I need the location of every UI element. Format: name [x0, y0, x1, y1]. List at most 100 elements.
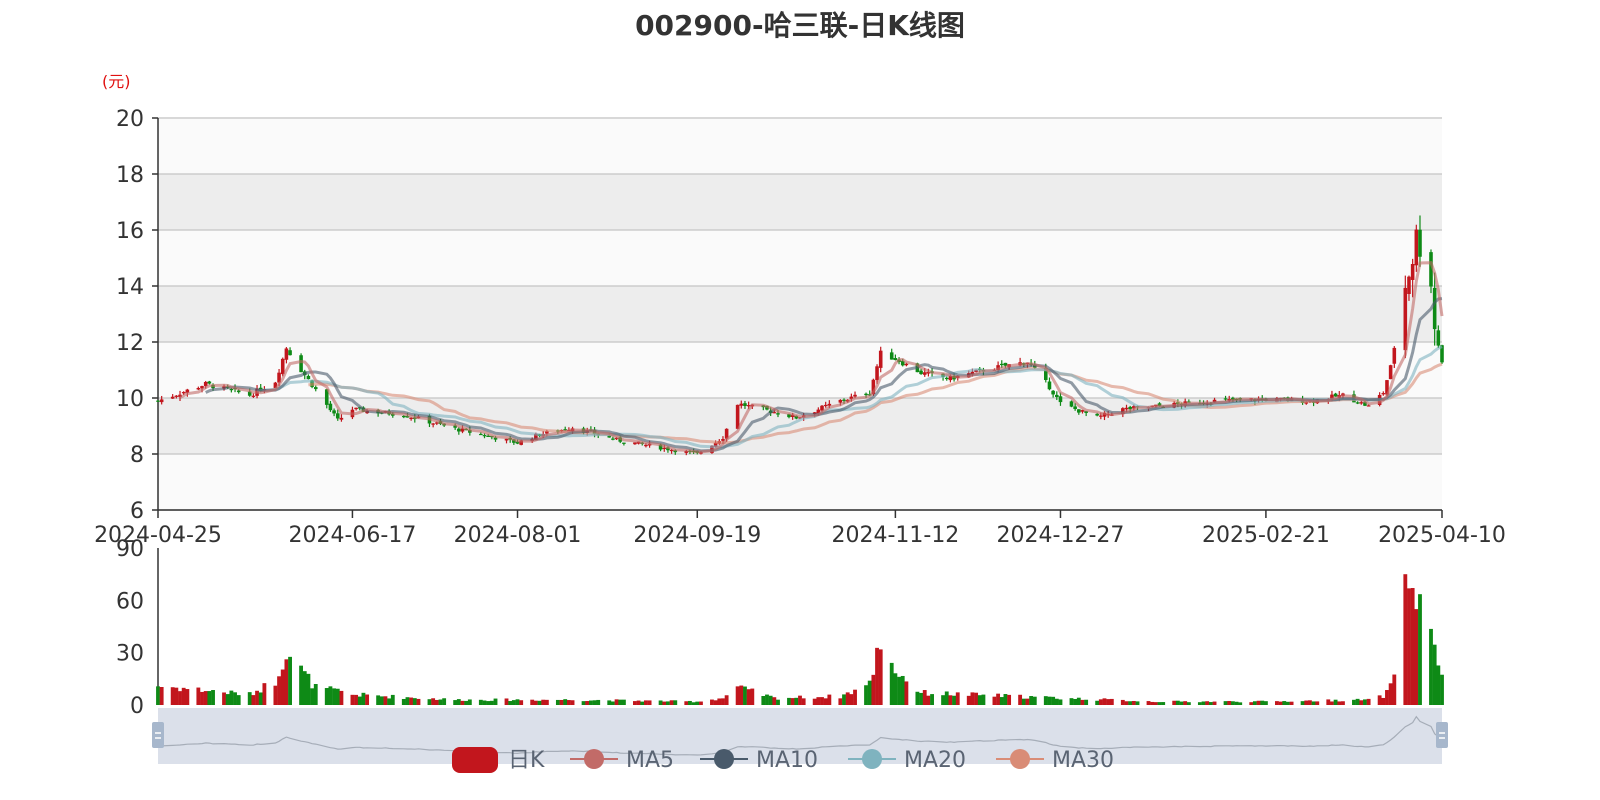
volume-bar [1007, 694, 1012, 705]
volume-bar [1234, 701, 1239, 705]
volume-bar [790, 698, 795, 705]
candle-body [904, 363, 909, 366]
volume-bar [1432, 644, 1437, 705]
candle-body [1058, 396, 1063, 403]
volume-bar [1183, 701, 1188, 705]
volume-bar [768, 695, 773, 705]
candle-body [280, 358, 285, 375]
volume-bar [537, 700, 542, 705]
volume-bar [1186, 702, 1191, 705]
volume-bar [1150, 701, 1155, 705]
candle-body [1414, 229, 1419, 266]
volume-bar [559, 699, 564, 705]
candle-body [482, 435, 487, 437]
slider-handle-left[interactable] [152, 722, 164, 748]
legend-item[interactable]: MA30 [996, 748, 1114, 773]
candle-body [1124, 407, 1129, 410]
y-tick-label: 8 [130, 443, 144, 468]
volume-bar [1109, 698, 1114, 705]
x-tick-label: 2024-06-17 [289, 523, 417, 548]
y-tick-label: 20 [116, 107, 144, 132]
volume-bar [493, 698, 498, 705]
volume-bar [981, 694, 986, 705]
candle-body [181, 392, 186, 394]
chart-canvas: 6 8 10 12 14 16 18 20 2024-04-25 2024-06-17 2024-0… [94, 107, 1506, 773]
candle-body [207, 381, 212, 384]
volume-bar [1084, 699, 1089, 705]
volume-bar [621, 699, 626, 705]
volume-bar [196, 687, 201, 705]
candle-body [1418, 229, 1422, 257]
volume-bar [585, 701, 590, 705]
volume-bar [233, 692, 237, 705]
candle-body [827, 403, 832, 406]
candle-body [1223, 398, 1228, 400]
candle-body [229, 388, 234, 391]
volume-bar [746, 689, 751, 705]
candle-body [633, 442, 637, 445]
candle-body [611, 438, 615, 440]
volume-bar [489, 700, 494, 705]
volume-bar [1080, 699, 1085, 705]
volume-bar [919, 692, 923, 705]
volume-bar [1355, 698, 1360, 705]
volume-bar [1308, 700, 1312, 705]
volume-bar [207, 691, 212, 705]
candle-body [1436, 330, 1441, 346]
volume-bar [1021, 698, 1026, 705]
candle-body [889, 352, 894, 360]
y-band [158, 342, 1442, 398]
legend-item[interactable]: MA20 [848, 748, 966, 773]
legend-item[interactable]: MA10 [700, 748, 818, 773]
volume-bar [453, 700, 458, 705]
candle-body [622, 442, 626, 444]
volume-bar [915, 691, 920, 705]
volume-bar [464, 700, 469, 705]
candle-body [864, 393, 868, 396]
y-tick-label: 6 [130, 499, 144, 524]
volume-bar [1366, 698, 1371, 705]
volume-bar [1128, 701, 1133, 705]
volume-bar [1388, 683, 1393, 705]
candle-body [1047, 381, 1052, 390]
volume-bar [376, 695, 381, 705]
y-tick-label: 14 [116, 275, 144, 300]
volume-bar [211, 690, 215, 705]
candle-body [251, 395, 256, 397]
volume-bar [460, 700, 465, 705]
volume-bar [1175, 700, 1180, 705]
candle-body [1366, 405, 1371, 407]
volume-bar [277, 676, 281, 705]
volume-bar [570, 700, 575, 705]
legend-label: MA5 [626, 748, 674, 773]
volume-bar [610, 701, 615, 705]
volume-bar [1418, 594, 1422, 705]
slider-handle-right[interactable] [1436, 722, 1448, 748]
volume-bar [1106, 699, 1111, 705]
volume-bar [258, 692, 263, 705]
volume-bar [1326, 699, 1331, 705]
volume-bar [1436, 665, 1441, 705]
volume-bar [739, 685, 744, 705]
volume-bar [181, 687, 186, 705]
volume-bar [1172, 700, 1177, 705]
volume-bar [1076, 697, 1081, 705]
candle-body [739, 403, 744, 406]
volume-bar [996, 693, 1001, 705]
volume-bar [842, 694, 846, 705]
candle-body [159, 399, 164, 403]
volume-bar [299, 665, 303, 705]
volume-bar [302, 671, 307, 705]
volume-bar [508, 701, 513, 705]
volume-bar [999, 697, 1004, 705]
volume-bar [926, 695, 931, 705]
volume-bar [222, 692, 226, 705]
candle-body [288, 350, 292, 356]
volume-bar [761, 696, 766, 705]
volume-bar [845, 692, 850, 705]
volume-bar [427, 699, 432, 705]
volume-bar [596, 699, 601, 705]
legend-swatch-dot [584, 749, 604, 769]
volume-bar [1029, 696, 1034, 705]
volume-bar [478, 699, 483, 705]
